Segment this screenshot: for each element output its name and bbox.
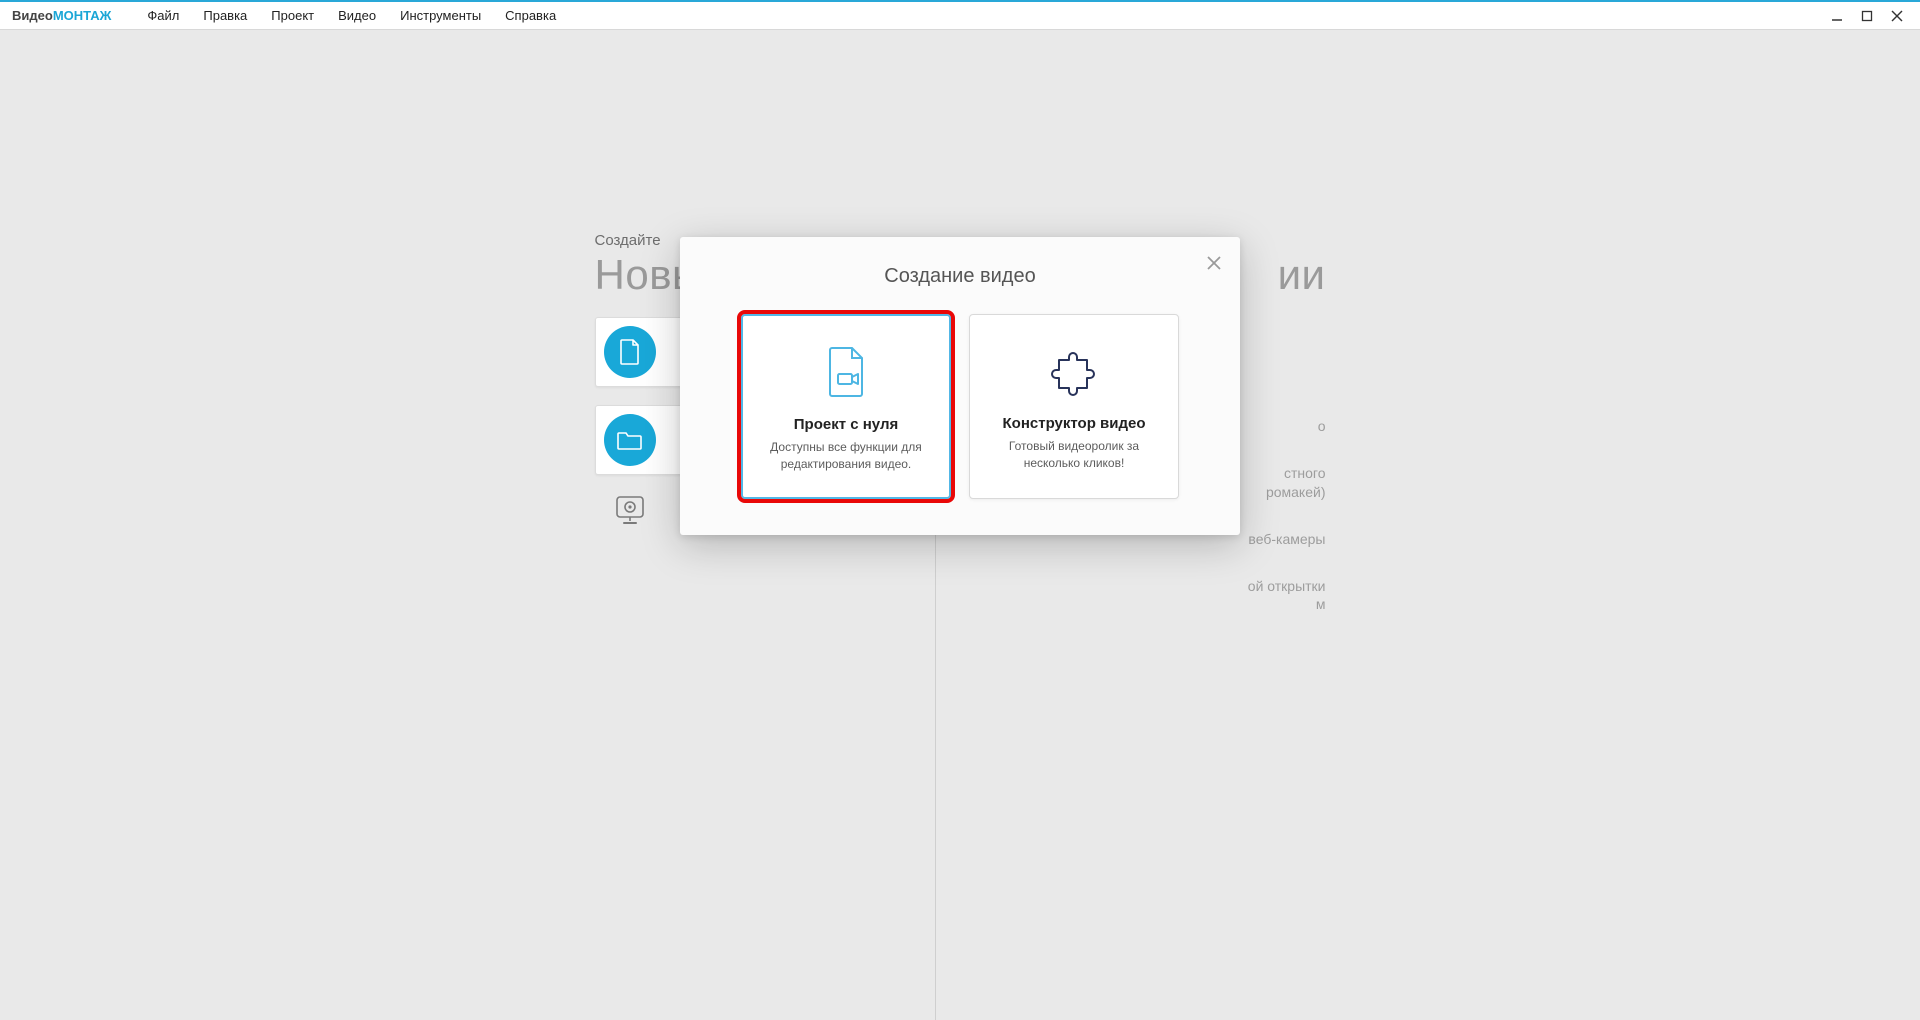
document-icon: [604, 326, 656, 378]
hint-line: стного: [1284, 465, 1326, 481]
card-project-from-scratch[interactable]: Проект с нуля Доступны все функции для р…: [741, 314, 951, 499]
maximize-icon: [1861, 10, 1873, 22]
modal-cards: Проект с нуля Доступны все функции для р…: [708, 314, 1212, 499]
hint-line: ой открытки: [1248, 578, 1326, 594]
minimize-icon: [1831, 10, 1843, 22]
left-small-label: Создайте: [595, 232, 661, 249]
menu-help[interactable]: Справка: [493, 2, 568, 29]
webcam-link[interactable]: [595, 495, 647, 525]
card-title: Проект с нуля: [794, 416, 898, 433]
card-description: Готовый видеоролик за несколько кликов!: [986, 438, 1162, 472]
hint-list: о стного ромакей) веб-камеры ой открытки…: [1248, 417, 1326, 614]
menu-file[interactable]: Файл: [135, 2, 191, 29]
menu-project[interactable]: Проект: [259, 2, 326, 29]
card-video-constructor[interactable]: Конструктор видео Готовый видеоролик за …: [969, 314, 1179, 499]
hint-item: стного ромакей): [1248, 464, 1326, 502]
hint-item: веб-камеры: [1248, 530, 1326, 549]
close-icon: [1891, 10, 1903, 22]
menu-edit[interactable]: Правка: [191, 2, 259, 29]
document-video-icon: [824, 344, 868, 400]
hint-line: м: [1316, 596, 1326, 612]
hint-item: ой открытки м: [1248, 577, 1326, 615]
maximize-button[interactable]: [1858, 7, 1876, 25]
menu-tools[interactable]: Инструменты: [388, 2, 493, 29]
modal-title: Создание видео: [708, 265, 1212, 288]
close-icon: [1207, 256, 1221, 270]
app-brand: ВидеоМОНТАЖ: [6, 8, 117, 23]
hint-item: о: [1248, 417, 1326, 436]
hint-line: ромакей): [1266, 484, 1326, 500]
close-window-button[interactable]: [1888, 7, 1906, 25]
menubar: ВидеоМОНТАЖ Файл Правка Проект Видео Инс…: [0, 2, 1920, 30]
brand-suffix: МОНТАЖ: [53, 8, 112, 23]
window-controls: [1828, 7, 1914, 25]
brand-prefix: Видео: [12, 8, 53, 23]
folder-icon: [604, 414, 656, 466]
card-description: Доступны все функции для редактирования …: [759, 439, 933, 473]
minimize-button[interactable]: [1828, 7, 1846, 25]
right-heading-fragment: ии: [1278, 251, 1326, 299]
puzzle-icon: [1049, 343, 1099, 399]
create-video-modal: Создание видео Проект с нуля Доступны вс…: [680, 237, 1240, 535]
menu-video[interactable]: Видео: [326, 2, 388, 29]
card-title: Конструктор видео: [1003, 415, 1146, 432]
webcam-icon: [613, 495, 647, 525]
modal-close-button[interactable]: [1202, 251, 1226, 275]
